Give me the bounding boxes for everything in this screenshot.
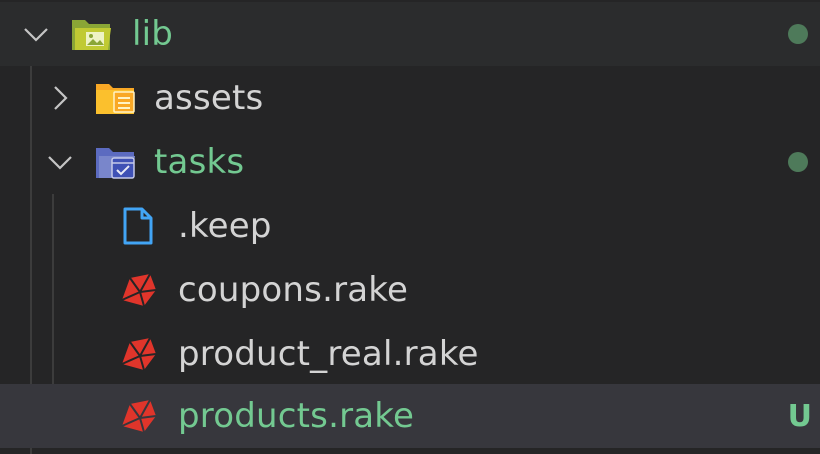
ruby-icon bbox=[116, 396, 160, 436]
folder-lib-open-icon bbox=[70, 14, 114, 54]
tree-item-lib[interactable]: lib bbox=[0, 2, 820, 66]
tree-item-label: tasks bbox=[154, 142, 245, 182]
file-explorer: lib assets tasks .keep coupons.rake prod… bbox=[0, 0, 820, 454]
tree-item-label: lib bbox=[132, 14, 174, 54]
git-status-dot bbox=[788, 152, 808, 172]
tree-item-label: assets bbox=[154, 78, 264, 118]
git-status-untracked: U bbox=[787, 398, 812, 434]
chevron-down-icon[interactable] bbox=[46, 148, 74, 176]
tree-item-tasks[interactable]: tasks bbox=[0, 130, 820, 194]
ruby-icon bbox=[116, 334, 160, 374]
folder-tasks-open-icon bbox=[94, 142, 138, 182]
file-icon bbox=[116, 206, 160, 246]
tree-item-label: .keep bbox=[178, 206, 272, 246]
tree-item-assets[interactable]: assets bbox=[0, 66, 820, 130]
ruby-icon bbox=[116, 270, 160, 310]
tree-item-label: products.rake bbox=[178, 396, 415, 436]
tree-item-products-rake[interactable]: products.rake U bbox=[0, 384, 820, 448]
tree-item-product-real-rake[interactable]: product_real.rake bbox=[0, 322, 820, 386]
tree-item-coupons-rake[interactable]: coupons.rake bbox=[0, 258, 820, 322]
git-status-dot bbox=[788, 24, 808, 44]
tree-item-label: coupons.rake bbox=[178, 270, 409, 310]
folder-assets-icon bbox=[94, 78, 138, 118]
chevron-down-icon[interactable] bbox=[22, 20, 50, 48]
tree-item-keep[interactable]: .keep bbox=[0, 194, 820, 258]
tree-item-label: product_real.rake bbox=[178, 334, 479, 374]
chevron-right-icon[interactable] bbox=[46, 84, 74, 112]
